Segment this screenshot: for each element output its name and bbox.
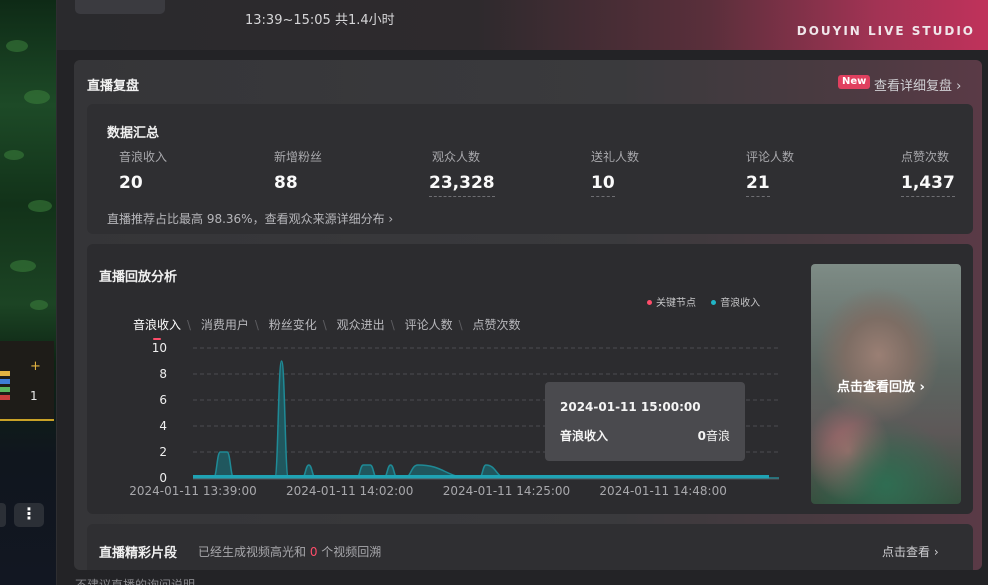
stat-value: 20: [119, 173, 143, 193]
stat-label: 评论人数: [746, 150, 795, 164]
stat-value[interactable]: 10: [591, 173, 615, 197]
stat-label: 观众人数: [432, 150, 481, 164]
stat-viewers[interactable]: 观众人数 23,328: [429, 148, 495, 197]
stat-value[interactable]: 1,437: [901, 173, 955, 197]
session-header: 13:39~15:05 共1.4小时 DOUYIN LIVE STUDIO: [57, 0, 988, 50]
replay-thumbnail[interactable]: 点击查看回放 ›: [811, 264, 961, 504]
stat-income: 音浪收入 20: [119, 148, 167, 196]
x-tick-label: 2024-01-11 13:39:00: [129, 484, 256, 498]
stat-value[interactable]: 21: [746, 173, 770, 197]
stat-likes[interactable]: 点赞次数 1,437: [901, 148, 955, 197]
plus-icon[interactable]: +: [30, 359, 41, 374]
replay-analysis-card: 直播回放分析 关键节点 音浪收入 音浪收入 \ 消费用户 \ 粉丝变化 \ 观众进出 \…: [87, 244, 973, 514]
stat-label: 新增粉丝: [274, 150, 323, 164]
stat-label: 点赞次数: [901, 150, 950, 164]
view-replay-link[interactable]: 点击查看回放 ›: [837, 376, 925, 395]
live-review-panel: 13:39~15:05 共1.4小时 DOUYIN LIVE STUDIO 直播…: [56, 0, 988, 585]
thumb-count: 1: [30, 389, 38, 403]
y-tick-label: 10: [152, 341, 167, 355]
data-summary-card: 数据汇总 音浪收入 20 新增粉丝 88 观众人数 23,328 送礼人数 10…: [87, 104, 973, 234]
live-room-thumbnail[interactable]: + 1: [0, 341, 54, 421]
stat-new-fans: 新增粉丝 88: [274, 148, 322, 196]
tooltip-metric: 音浪收入: [560, 429, 609, 443]
tooltip-value: 0音浪: [697, 429, 730, 443]
background-wallpaper: [0, 0, 56, 585]
stat-label: 音浪收入: [119, 150, 168, 164]
stat-commenters[interactable]: 评论人数 21: [746, 148, 794, 197]
highlights-title: 直播精彩片段: [99, 546, 178, 561]
session-time: 13:39~15:05 共1.4小时: [245, 13, 395, 28]
back-button[interactable]: [75, 0, 165, 14]
tooltip-time: 2024-01-11 15:00:00: [560, 400, 701, 414]
stat-label: 送礼人数: [591, 150, 640, 164]
traffic-source-link[interactable]: 直播推荐占比最高 98.36%，查看观众来源详细分布 ›: [107, 210, 393, 227]
stat-gifters[interactable]: 送礼人数 10: [591, 148, 639, 197]
highlights-desc: 已经生成视频高光和 0 个视频回溯: [198, 545, 382, 559]
studio-brand: DOUYIN LIVE STUDIO: [796, 24, 975, 38]
live-review-card: 直播复盘 New 查看详细复盘 › 数据汇总 音浪收入 20 新增粉丝 88 观…: [74, 60, 982, 570]
x-tick-label: 2024-01-11 14:48:00: [599, 484, 726, 498]
y-tick-label: 6: [159, 393, 167, 407]
income-area-chart[interactable]: 0 2 4 6 8 10 2024-01-11 13:39:00 2024-01-11 14:…: [87, 244, 807, 514]
more-icon[interactable]: ⋮: [14, 503, 44, 527]
y-tick-label: 4: [159, 419, 167, 433]
new-badge: New: [838, 75, 871, 89]
summary-title: 数据汇总: [107, 126, 160, 141]
footer-tip: 不建议直播的询问说明: [75, 578, 196, 585]
stat-value[interactable]: 23,328: [429, 173, 495, 197]
chart-tooltip: 2024-01-11 15:00:00 音浪收入 0音浪: [545, 382, 745, 461]
y-tick-label: 2: [159, 445, 167, 459]
stat-value: 88: [274, 173, 298, 193]
series-baseline: [193, 475, 769, 479]
side-button[interactable]: [0, 503, 6, 527]
review-title: 直播复盘: [87, 79, 140, 94]
y-tick-label: 8: [159, 367, 167, 381]
view-detailed-review-link[interactable]: 查看详细复盘 ›: [874, 75, 961, 94]
x-tick-label: 2024-01-11 14:02:00: [286, 484, 413, 498]
y-tick-label: 0: [159, 471, 167, 485]
view-highlights-link[interactable]: 点击查看 ›: [882, 543, 939, 560]
highlights-card: 直播精彩片段 已经生成视频高光和 0 个视频回溯 点击查看 ›: [87, 524, 973, 570]
x-tick-label: 2024-01-11 14:25:00: [443, 484, 570, 498]
